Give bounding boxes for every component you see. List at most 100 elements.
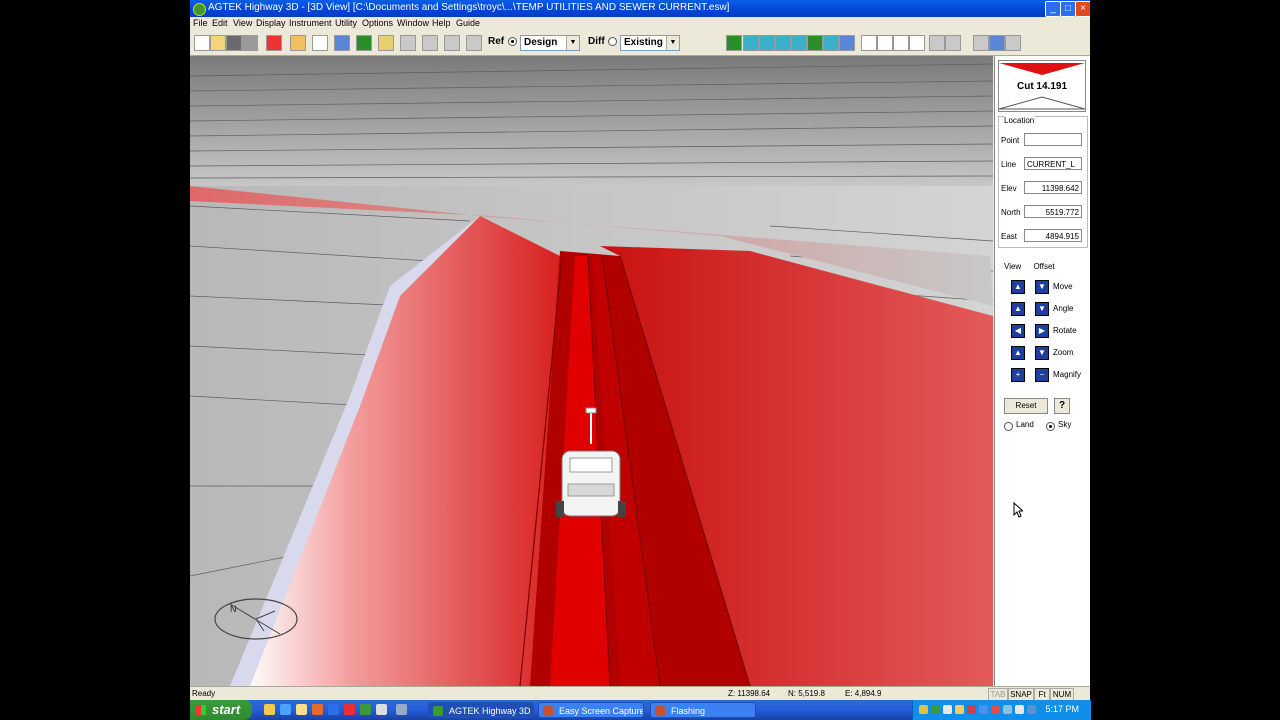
task-screen-capture[interactable]: Easy Screen Capture ... (538, 702, 644, 718)
angle-down-icon[interactable]: ▼ (1035, 302, 1049, 316)
system-tray: 5:17 PM (912, 700, 1091, 720)
help-button[interactable]: ? (1054, 398, 1070, 414)
home-view-icon[interactable] (726, 35, 742, 51)
line-field[interactable]: CURRENT_L (1024, 157, 1082, 170)
quicklaunch-pc-icon[interactable] (396, 704, 407, 715)
pause-icon[interactable] (893, 35, 909, 51)
zoom-in-icon[interactable]: ▲ (1011, 346, 1025, 360)
quicklaunch-pdf-icon[interactable] (344, 704, 355, 715)
window-title: AGTEK Highway 3D - [3D View] [C:\Documen… (208, 2, 730, 13)
quicklaunch-tool-icon[interactable] (360, 704, 371, 715)
terrain-render[interactable]: N (190, 56, 993, 686)
3d-viewport[interactable]: N (190, 56, 993, 686)
tray-icon[interactable] (1027, 705, 1036, 714)
tray-icon[interactable] (979, 705, 988, 714)
section-view-icon[interactable] (823, 35, 839, 51)
elev-field[interactable]: 11398.642 (1024, 181, 1082, 194)
diff-radio[interactable] (608, 37, 617, 46)
quicklaunch-folder-icon[interactable] (296, 704, 307, 715)
play-icon[interactable] (877, 35, 893, 51)
tray-icon[interactable] (991, 705, 1000, 714)
status-ready: Ready (192, 689, 216, 698)
sky-radio[interactable] (1046, 422, 1055, 431)
tool-red-icon[interactable] (266, 35, 282, 51)
diff-label: Diff (588, 36, 605, 47)
control-panel: Cut 14.191 Location Point Line CURRENT_L… (994, 56, 1090, 686)
menu-display[interactable]: Display (256, 18, 286, 28)
menu-utility[interactable]: Utility (335, 18, 357, 28)
tray-icon[interactable] (943, 705, 952, 714)
tab-view[interactable]: View (1004, 262, 1021, 271)
profile-view-icon[interactable] (791, 35, 807, 51)
zoom-out-icon[interactable]: ▼ (1035, 346, 1049, 360)
magnify-minus-icon[interactable]: − (1035, 368, 1049, 382)
fly-view-icon[interactable] (759, 35, 775, 51)
tray-icon[interactable] (931, 705, 940, 714)
point-field[interactable] (1024, 133, 1082, 146)
ref-select[interactable]: Design ▼ (520, 35, 580, 51)
tab-offset[interactable]: Offset (1033, 262, 1054, 271)
angle-up-icon[interactable]: ▲ (1011, 302, 1025, 316)
record-icon[interactable] (861, 35, 877, 51)
app-logo-icon (193, 3, 206, 16)
stop-icon[interactable] (909, 35, 925, 51)
quicklaunch-word-icon[interactable] (376, 704, 387, 715)
export-view-icon[interactable] (839, 35, 855, 51)
tool-plan-icon[interactable] (334, 35, 350, 51)
menu-options[interactable]: Options (362, 18, 393, 28)
diff-select[interactable]: Existing ▼ (620, 35, 680, 51)
edit-pencil-icon[interactable] (290, 35, 306, 51)
tray-icon[interactable] (1003, 705, 1012, 714)
ref-radio[interactable] (508, 37, 517, 46)
move-down-icon[interactable]: ▼ (1035, 280, 1049, 294)
quicklaunch-desktop-icon[interactable] (280, 704, 291, 715)
north-field[interactable]: 5519.772 (1024, 205, 1082, 218)
move-up-icon[interactable]: ▲ (1011, 280, 1025, 294)
quicklaunch-browser-icon[interactable] (328, 704, 339, 715)
rotate-left-icon[interactable]: ◀ (1011, 324, 1025, 338)
tray-icon[interactable] (1015, 705, 1024, 714)
angle-label: Angle (1053, 304, 1074, 313)
terrain-view-icon[interactable] (807, 35, 823, 51)
reset-button[interactable]: Reset (1004, 398, 1048, 414)
orbit-view-icon[interactable] (743, 35, 759, 51)
tray-icon[interactable] (967, 705, 976, 714)
start-button[interactable]: start (190, 700, 252, 720)
magnify-plus-icon[interactable]: + (1011, 368, 1025, 382)
title-bar[interactable]: AGTEK Highway 3D - [3D View] [C:\Documen… (190, 0, 1090, 17)
elev-label: Elev (1001, 184, 1017, 193)
tool-globe-icon[interactable] (356, 35, 372, 51)
quicklaunch-explorer-icon[interactable] (264, 704, 275, 715)
close-button[interactable]: × (1075, 1, 1090, 17)
minimize-button[interactable]: _ (1045, 1, 1061, 17)
land-radio[interactable] (1004, 422, 1013, 431)
quicklaunch-app-icon[interactable] (312, 704, 323, 715)
east-field[interactable]: 4894.915 (1024, 229, 1082, 242)
menu-view[interactable]: View (233, 18, 252, 28)
task-agtek[interactable]: AGTEK Highway 3D - ... (428, 702, 534, 718)
window-icon[interactable] (989, 35, 1005, 51)
camera-view-icon[interactable] (775, 35, 791, 51)
menu-file[interactable]: File (193, 18, 208, 28)
menu-window[interactable]: Window (397, 18, 429, 28)
task-flashing[interactable]: Flashing (650, 702, 756, 718)
menu-help[interactable]: Help (432, 18, 451, 28)
tray-icon[interactable] (955, 705, 964, 714)
chevron-down-icon[interactable]: ▼ (566, 36, 579, 50)
print-icon[interactable] (242, 35, 258, 51)
save-icon[interactable] (226, 35, 242, 51)
chevron-down-icon[interactable]: ▼ (666, 36, 679, 50)
new-file-icon[interactable] (194, 35, 210, 51)
menu-guide[interactable]: Guide (456, 18, 480, 28)
tray-icon[interactable] (919, 705, 928, 714)
tool-box-icon[interactable] (312, 35, 328, 51)
cut-fill-indicator: Cut 14.191 (998, 60, 1086, 112)
rotate-right-icon[interactable]: ▶ (1035, 324, 1049, 338)
menu-instrument[interactable]: Instrument (289, 18, 332, 28)
point-label: Point (1001, 136, 1020, 145)
open-folder-icon[interactable] (210, 35, 226, 51)
tool-grid-icon[interactable] (378, 35, 394, 51)
menu-edit[interactable]: Edit (212, 18, 228, 28)
maximize-button[interactable]: □ (1060, 1, 1076, 17)
north-label: North (1001, 208, 1021, 217)
